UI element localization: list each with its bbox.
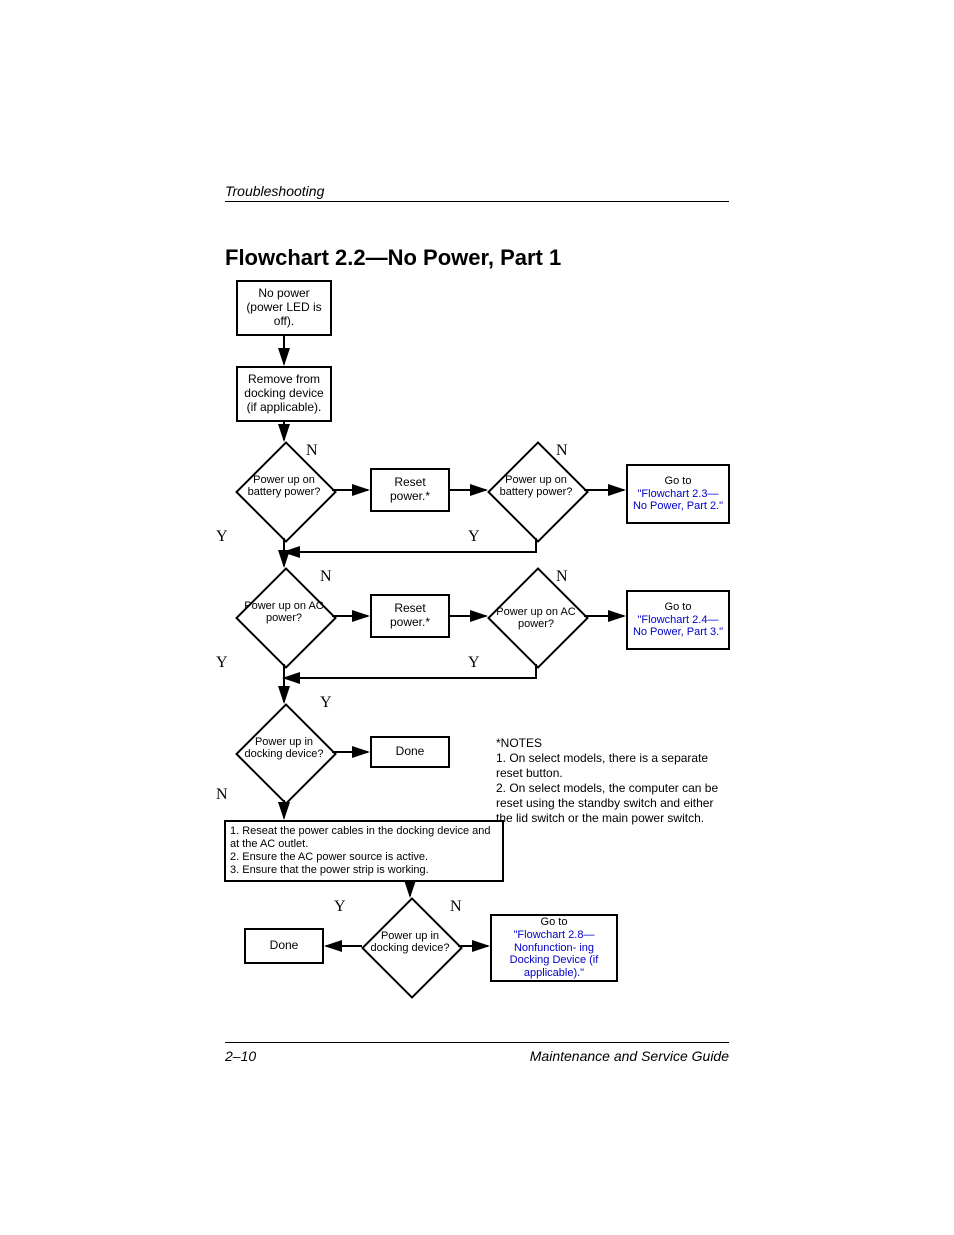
document-page: Troubleshooting Flowchart 2.2—No Power, … [0, 0, 954, 1235]
footer-guide-name: Maintenance and Service Guide [530, 1048, 729, 1064]
flowchart-canvas: No power (power LED is off). Remove from… [200, 280, 760, 1040]
page-title: Flowchart 2.2—No Power, Part 1 [225, 245, 561, 271]
footer-page-number: 2–10 [225, 1048, 256, 1064]
footer-rule [225, 1042, 729, 1043]
running-header: Troubleshooting [225, 183, 729, 202]
flowchart-arrows [200, 280, 760, 1040]
